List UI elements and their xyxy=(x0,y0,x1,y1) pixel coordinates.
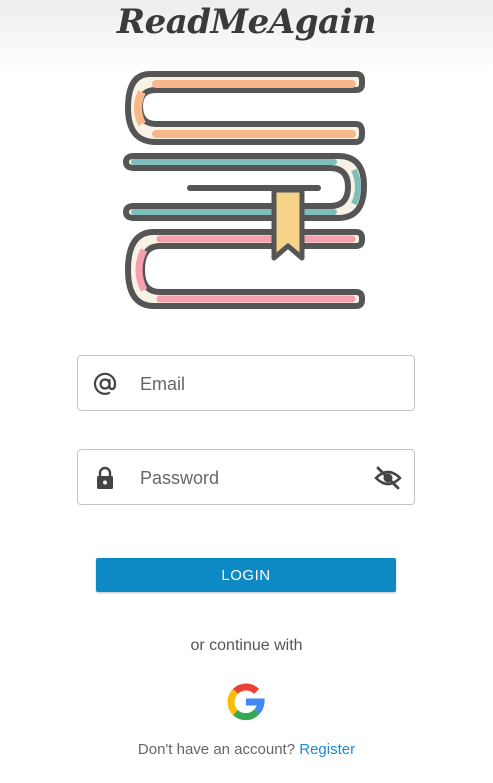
password-field[interactable] xyxy=(77,449,415,505)
google-icon[interactable] xyxy=(224,680,268,724)
lock-icon xyxy=(97,466,113,489)
email-field[interactable] xyxy=(77,355,415,411)
books-stack-icon xyxy=(123,71,367,309)
login-button[interactable]: LOGIN xyxy=(96,558,396,592)
register-prompt-text: Don't have an account? xyxy=(137,741,296,758)
eye-off-icon[interactable] xyxy=(374,465,402,491)
app-title: ReadMeAgain xyxy=(116,2,377,42)
password-input[interactable] xyxy=(138,460,372,496)
email-input[interactable] xyxy=(138,366,372,402)
at-sign-icon xyxy=(93,372,117,395)
register-prompt: Don't have an account? Register xyxy=(0,741,493,758)
alt-login-text: or continue with xyxy=(190,637,303,654)
register-link[interactable]: Register xyxy=(299,741,355,758)
